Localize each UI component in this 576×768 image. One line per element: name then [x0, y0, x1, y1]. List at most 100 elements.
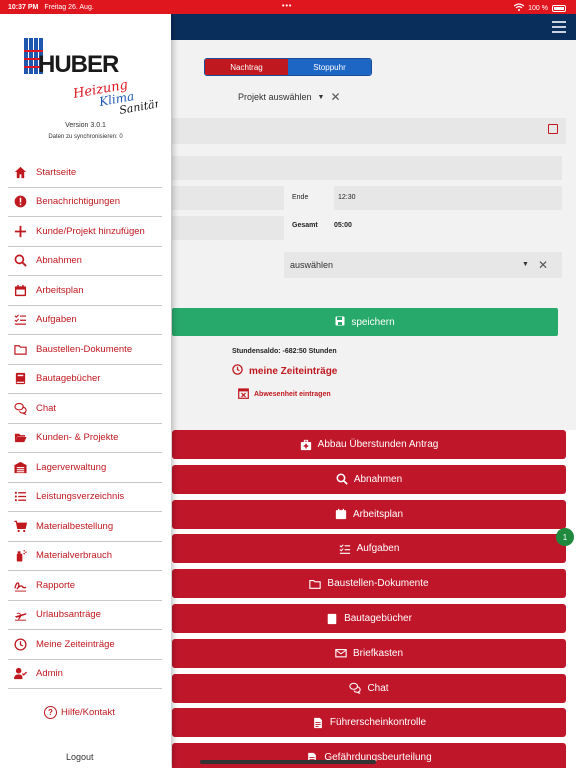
- folder-icon: [8, 343, 30, 356]
- drawer-item-label: Kunden- & Projekte: [36, 432, 119, 444]
- warehouse-icon: [8, 461, 30, 474]
- abwesenheit-label: Abwesenheit eintragen: [254, 390, 331, 398]
- ende-label: Ende: [292, 194, 309, 201]
- drawer-item-baustellen-dokumente[interactable]: Baustellen-Dokumente: [8, 335, 162, 365]
- book-icon: [8, 372, 30, 385]
- chevron-down-icon: ▼: [317, 93, 325, 101]
- checklist-icon: [339, 543, 351, 555]
- button-label: Führerscheinkontrolle: [329, 717, 427, 729]
- drawer-item-kunde-projekt-hinzufügen[interactable]: Kunde/Projekt hinzufügen: [8, 217, 162, 247]
- stundensaldo-text: Stundensaldo: -682:50 Stunden: [232, 348, 337, 355]
- segment-nachtrag[interactable]: Nachtrag: [205, 59, 288, 75]
- ende-field[interactable]: [334, 186, 562, 210]
- plane-icon: [8, 608, 30, 621]
- help-contact-link[interactable]: ? Hilfe/Kontakt: [44, 706, 115, 719]
- button-label: Aufgaben: [356, 543, 400, 555]
- bautagebücher-button[interactable]: Bautagebücher: [172, 604, 566, 633]
- drawer-item-chat[interactable]: Chat: [8, 394, 162, 424]
- drawer-item-benachrichtigungen[interactable]: Benachrichtigungen: [8, 188, 162, 217]
- baustellen-dokumente-button[interactable]: Baustellen-Dokumente: [172, 569, 566, 599]
- drawer-item-label: Baustellen-Dokumente: [36, 343, 133, 355]
- side-drawer: HUBER Heizung Klima Sanitär Version 3.0.…: [0, 14, 171, 768]
- activity-select-placeholder: auswählen: [290, 260, 334, 270]
- home-icon: [8, 166, 30, 179]
- abnahmen-button[interactable]: Abnahmen: [172, 464, 566, 494]
- drawer-item-arbeitsplan[interactable]: Arbeitsplan: [8, 276, 162, 306]
- arbeitsplan-button[interactable]: Arbeitsplan: [172, 499, 566, 529]
- abbau-überstunden-antrag-button[interactable]: Abbau Überstunden Antrag: [172, 430, 566, 459]
- drawer-item-kunden-projekte[interactable]: Kunden- & Projekte: [8, 424, 162, 453]
- drawer-item-abnahmen[interactable]: Abnahmen: [8, 247, 162, 276]
- status-right: 100 %: [513, 3, 566, 13]
- status-bar: 10:37 PM Freitag 26. Aug. ••• 100 %: [0, 0, 576, 14]
- gefährdungsbeurteilung-button[interactable]: Gefährdungsbeurteilung: [172, 743, 566, 768]
- button-label: Baustellen-Dokumente: [327, 578, 429, 590]
- wifi-icon: [513, 3, 525, 13]
- drawer-item-leistungsverzeichnis[interactable]: Leistungsverzeichnis: [8, 483, 162, 512]
- drawer-item-label: Leistungsverzeichnis: [36, 491, 125, 503]
- chat-button[interactable]: Chat: [172, 673, 566, 703]
- status-time: 10:37 PM: [8, 3, 39, 11]
- save-button[interactable]: speichern: [172, 308, 558, 336]
- drawer-item-admin[interactable]: Admin: [8, 660, 162, 689]
- drawer-item-bautagebücher[interactable]: Bautagebücher: [8, 365, 162, 394]
- logout-link[interactable]: Logout: [66, 752, 94, 762]
- home-indicator: [200, 760, 376, 764]
- drawer-item-label: Startseite: [36, 166, 77, 178]
- drawer-item-label: Rapporte: [36, 579, 76, 591]
- text-field-1[interactable]: [172, 156, 562, 180]
- drawer-item-lagerverwaltung[interactable]: Lagerverwaltung: [8, 453, 162, 483]
- drawer-item-materialverbrauch[interactable]: Materialverbrauch: [8, 542, 162, 571]
- drawer-item-label: Admin: [36, 668, 63, 680]
- version-text: Version 3.0.1: [65, 122, 106, 129]
- drawer-item-rapporte[interactable]: Rapporte: [8, 571, 162, 601]
- pause-field[interactable]: [172, 216, 284, 240]
- status-date: Freitag 26. Aug.: [44, 3, 94, 11]
- clock-icon: [232, 364, 243, 378]
- ende-value: 12:30: [338, 194, 356, 201]
- drawer-item-label: Lagerverwaltung: [36, 461, 107, 473]
- mode-segmented-control: Nachtrag Stoppuhr: [204, 58, 372, 76]
- drawer-item-urlaubsanträge[interactable]: Urlaubsanträge: [8, 601, 162, 630]
- clear-icon[interactable]: ✕: [330, 90, 340, 104]
- folder-open-icon: [8, 431, 30, 444]
- drawer-item-startseite[interactable]: Startseite: [8, 158, 162, 188]
- mail-icon: [335, 647, 347, 659]
- help-label: Hilfe/Kontakt: [61, 707, 115, 718]
- checklist-icon: [8, 313, 30, 326]
- save-label: speichern: [351, 316, 395, 328]
- search-icon: [8, 254, 30, 267]
- signature-icon: [8, 579, 30, 592]
- cart-icon: [8, 520, 30, 533]
- start-field[interactable]: [172, 186, 284, 210]
- alert-icon: [8, 195, 30, 208]
- drawer-item-meine-zeiteinträge[interactable]: Meine Zeiteinträge: [8, 630, 162, 660]
- briefkasten-button[interactable]: Briefkasten: [172, 638, 566, 668]
- aufgaben-button[interactable]: Aufgaben: [172, 534, 566, 564]
- list-icon: [8, 490, 30, 503]
- external-link-icon[interactable]: [548, 124, 558, 134]
- drawer-item-label: Kunde/Projekt hinzufügen: [36, 225, 145, 237]
- first-aid-icon: [300, 439, 312, 451]
- abwesenheit-link[interactable]: Abwesenheit eintragen: [238, 387, 331, 401]
- project-select[interactable]: Projekt auswählen ▼ ✕: [238, 90, 341, 104]
- clear-icon[interactable]: ✕: [538, 258, 548, 272]
- drawer-item-materialbestellung[interactable]: Materialbestellung: [8, 512, 162, 542]
- notification-badge[interactable]: 1: [556, 528, 574, 546]
- clock-icon: [8, 638, 30, 651]
- svg-text:HUBER: HUBER: [38, 51, 119, 78]
- help-icon: ?: [44, 706, 57, 719]
- drawer-item-label: Meine Zeiteinträge: [36, 638, 115, 650]
- chevron-down-icon: ▼: [522, 261, 529, 268]
- führerscheinkontrolle-button[interactable]: Führerscheinkontrolle: [172, 708, 566, 738]
- book-icon: [326, 613, 338, 625]
- drawer-item-label: Abnahmen: [36, 255, 82, 267]
- huber-logo: HUBER Heizung Klima Sanitär: [18, 36, 162, 122]
- drawer-item-aufgaben[interactable]: Aufgaben: [8, 306, 162, 335]
- zeiteintraege-link[interactable]: meine Zeiteinträge: [232, 364, 337, 378]
- gesamt-value: 05:00: [334, 222, 352, 229]
- segment-stoppuhr[interactable]: Stoppuhr: [288, 59, 371, 75]
- multitask-dots-icon[interactable]: •••: [282, 3, 292, 10]
- button-label: Abnahmen: [353, 473, 403, 485]
- hamburger-menu-icon[interactable]: [552, 21, 566, 33]
